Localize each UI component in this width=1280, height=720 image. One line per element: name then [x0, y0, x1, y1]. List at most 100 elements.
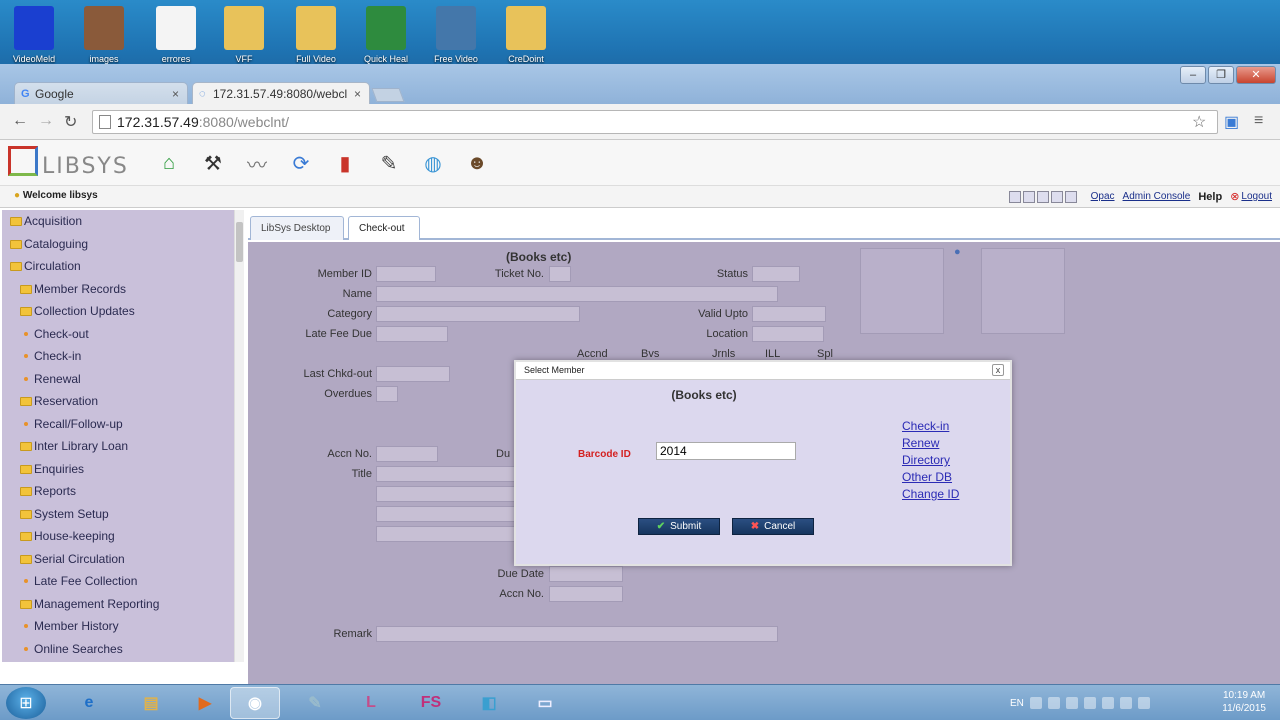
sidebar-item-inter-library-loan[interactable]: Inter Library Loan [2, 435, 234, 458]
taskbar-chrome-button[interactable]: ◉ [230, 687, 280, 719]
user-icon[interactable]: ☻ [458, 146, 496, 180]
overdues-field[interactable] [376, 386, 398, 402]
smiley-icon[interactable] [1064, 190, 1077, 203]
desktop-icon[interactable]: VideoMeld [4, 6, 64, 64]
close-icon[interactable]: × [354, 87, 361, 101]
desktop-icon[interactable]: images [74, 6, 134, 64]
sidebar-item-system-setup[interactable]: System Setup [2, 503, 234, 526]
location-field[interactable] [752, 326, 824, 342]
forward-arrow-icon[interactable]: → [38, 112, 54, 130]
tray-icon[interactable] [1137, 697, 1150, 709]
logout-link[interactable]: Logout [1241, 191, 1272, 202]
last-chkd-out-field[interactable] [376, 366, 450, 382]
taskbar-explorer-button[interactable]: ▤ [126, 687, 176, 719]
change-id-link[interactable]: Change ID [902, 486, 959, 503]
taskbar-fs-button[interactable]: FS [406, 687, 456, 719]
tab-webclnt[interactable]: ◌ 172.31.57.49:8080/webcl × [192, 82, 370, 106]
sidebar-item-recall-follow-up[interactable]: Recall/Follow-up [2, 413, 234, 436]
tray-icon[interactable] [1029, 697, 1042, 709]
new-tab-button[interactable] [371, 88, 405, 102]
sidebar-item-enquiries[interactable]: Enquiries [2, 458, 234, 481]
extension-icon[interactable]: ▣ [1224, 112, 1239, 132]
title-field-3[interactable] [376, 506, 516, 522]
search-icon[interactable] [1050, 190, 1063, 203]
tray-icon[interactable] [1083, 697, 1096, 709]
taskbar-app9-button[interactable]: ▭ [520, 687, 570, 719]
category-field[interactable] [376, 306, 580, 322]
renew-link[interactable]: Renew [902, 435, 959, 452]
ticket-no-field[interactable] [549, 266, 571, 282]
sidebar-item-reservation[interactable]: Reservation [2, 390, 234, 413]
sidebar-item-online-searches[interactable]: Online Searches [2, 638, 234, 661]
sidebar-item-reports[interactable]: Reports [2, 480, 234, 503]
sidebar-item-cataloguing[interactable]: Cataloguing [2, 233, 234, 256]
star-icon[interactable]: ☆ [1192, 112, 1206, 132]
clock[interactable]: 10:19 AM 11/6/2015 [1222, 689, 1266, 715]
help-circle-icon[interactable] [1022, 190, 1035, 203]
language-indicator[interactable]: EN [1010, 698, 1024, 709]
info-icon[interactable]: ● [954, 246, 961, 258]
help-link[interactable]: Help [1198, 191, 1222, 203]
desktop-icon[interactable]: errores [146, 6, 206, 64]
directory-link[interactable]: Directory [902, 452, 959, 469]
menu-icon[interactable]: ≡ [1254, 112, 1263, 130]
minimize-button[interactable]: – [1180, 66, 1206, 84]
close-window-button[interactable]: ✕ [1236, 66, 1276, 84]
cancel-button[interactable]: ✖ Cancel [732, 518, 814, 535]
globe-icon[interactable]: ◍ [414, 146, 452, 180]
start-button[interactable]: ⊞ [6, 687, 46, 719]
other-db-link[interactable]: Other DB [902, 469, 959, 486]
admin-console-link[interactable]: Admin Console [1123, 191, 1191, 202]
back-arrow-icon[interactable]: ← [12, 112, 28, 130]
name-field[interactable] [376, 286, 778, 302]
opac-link[interactable]: Opac [1091, 191, 1115, 202]
renew-arrows-icon[interactable]: ⟳ [282, 146, 320, 180]
restore-button[interactable]: ❐ [1208, 66, 1234, 84]
desktop-icon[interactable]: CreDoint [496, 6, 556, 64]
sidebar-item-management-reporting[interactable]: Management Reporting [2, 593, 234, 616]
accn-no-field[interactable] [376, 446, 438, 462]
taskbar-media-button[interactable]: ▶ [180, 687, 230, 719]
due-date-field[interactable] [549, 566, 623, 582]
accn-no-2-field[interactable] [549, 586, 623, 602]
sidebar-item-member-history[interactable]: Member History [2, 615, 234, 638]
check-in-link[interactable]: Check-in [902, 418, 959, 435]
tab-libsys-desktop[interactable]: LibSys Desktop [250, 216, 344, 240]
taskbar-libsys-button[interactable]: L [346, 687, 396, 719]
sidebar-item-check-out[interactable]: Check-out [2, 323, 234, 346]
desktop-icon[interactable]: VFF [214, 6, 274, 64]
mail-icon[interactable] [1036, 190, 1049, 203]
submit-button[interactable]: ✔ Submit [638, 518, 720, 535]
sidebar-item-member-records[interactable]: Member Records [2, 278, 234, 301]
title-field-4[interactable] [376, 526, 516, 542]
taskbar-ie-button[interactable]: e [64, 687, 114, 719]
sidebar-item-collection-updates[interactable]: Collection Updates [2, 300, 234, 323]
title-field-1[interactable] [376, 466, 516, 482]
sidebar-item-late-fee-collection[interactable]: Late Fee Collection [2, 570, 234, 593]
remark-field[interactable] [376, 626, 778, 642]
edit-pencil-icon[interactable]: ✎ [370, 146, 408, 180]
pen-tool-icon[interactable]: 〰 [238, 146, 276, 180]
taskbar-app8-button[interactable]: ◧ [464, 687, 514, 719]
late-fee-due-field[interactable] [376, 326, 448, 342]
status-field[interactable] [752, 266, 800, 282]
desktop-icon[interactable]: Quick Heal [356, 6, 416, 64]
sidebar-item-house-keeping[interactable]: House-keeping [2, 525, 234, 548]
close-icon[interactable]: x [992, 364, 1004, 376]
checkout-handshake-icon[interactable]: ⚒ [194, 146, 232, 180]
sidebar-scrollbar[interactable] [234, 210, 244, 662]
member-id-field[interactable] [376, 266, 436, 282]
tray-icon[interactable] [1101, 697, 1114, 709]
sidebar-item-check-in[interactable]: Check-in [2, 345, 234, 368]
tray-icon[interactable] [1047, 697, 1060, 709]
address-bar[interactable]: 172.31.57.49:8080/webclnt/ [92, 110, 1218, 134]
tab-check-out[interactable]: Check-out [348, 216, 420, 240]
desktop-icon[interactable]: Full Video [286, 6, 346, 64]
sidebar-item-acquisition[interactable]: Acquisition [2, 210, 234, 233]
barcode-id-input[interactable] [656, 442, 796, 460]
books-icon[interactable]: ▮ [326, 146, 364, 180]
sidebar-item-renewal[interactable]: Renewal [2, 368, 234, 391]
close-icon[interactable]: × [172, 87, 179, 101]
tray-icon[interactable] [1065, 697, 1078, 709]
desktop-icon[interactable]: Free Video [426, 6, 486, 64]
